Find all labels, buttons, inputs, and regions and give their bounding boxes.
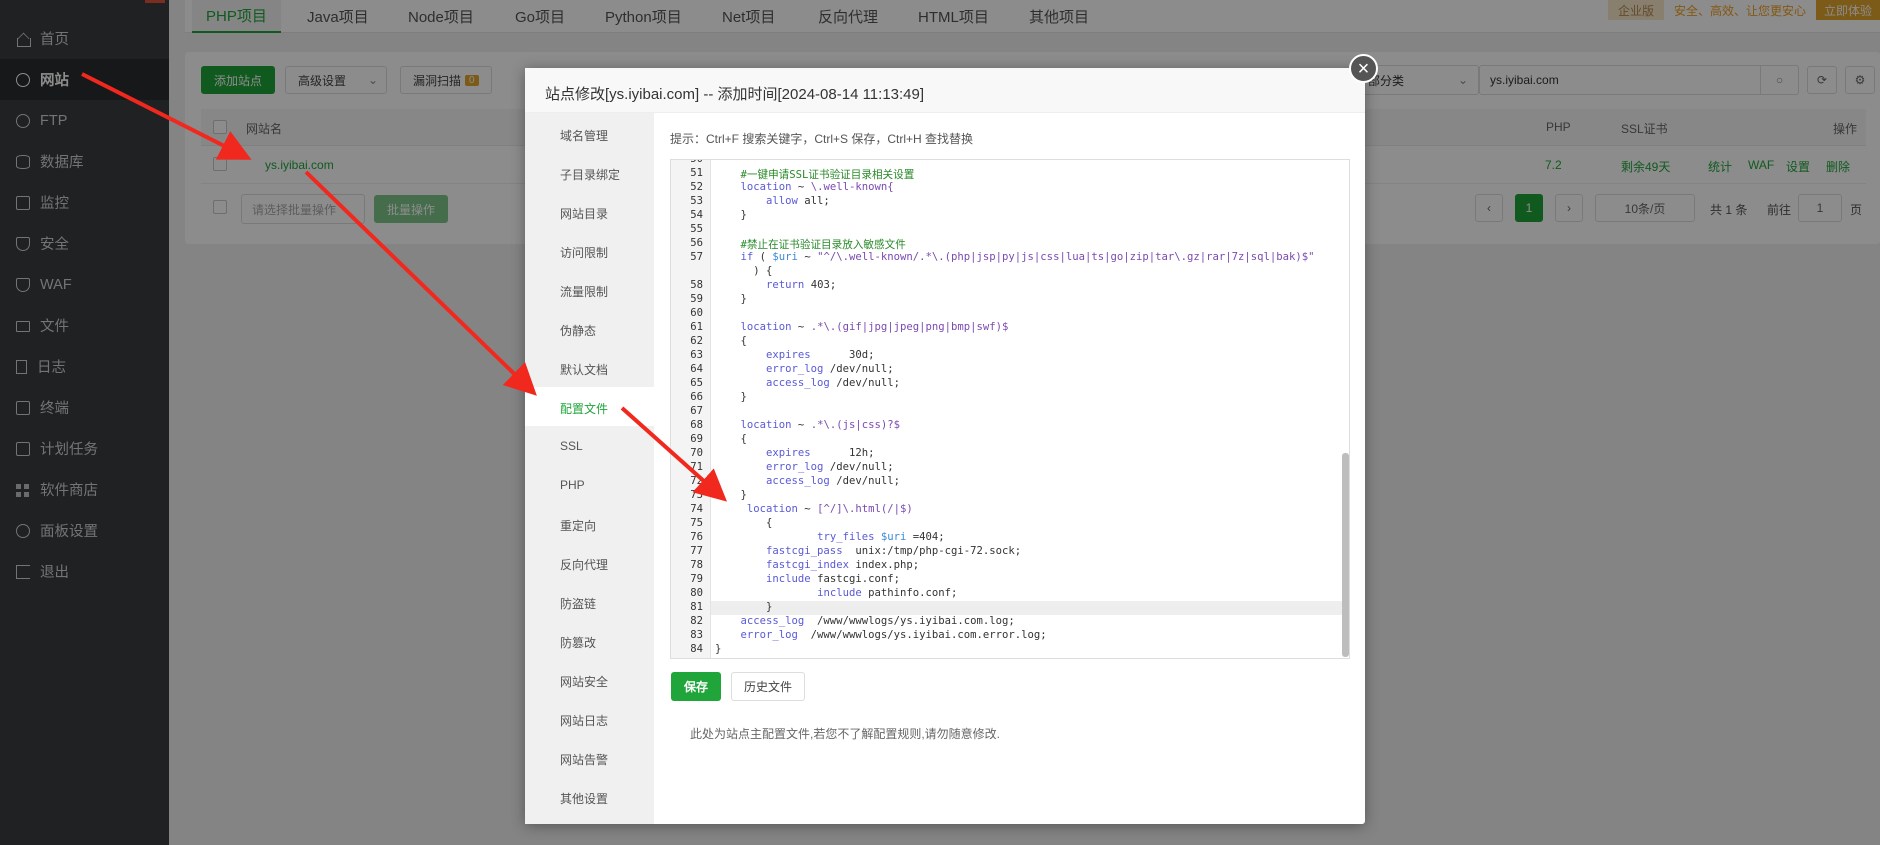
modal-menu-item[interactable]: 默认文档 [525,348,654,387]
code-line: { [715,335,747,347]
line-number: 62 [690,335,703,347]
line-number: 72 [690,475,703,487]
code-line: access_log /www/wwwlogs/ys.iyibai.com.lo… [740,615,1015,627]
modal-menu-item[interactable]: 重定向 [525,504,654,543]
close-icon: × [1357,57,1370,80]
code-line: #禁止在证书验证目录放入敏感文件 [715,239,906,251]
line-number: 73 [690,489,703,501]
line-number: 82 [690,615,703,627]
modal-menu-item[interactable]: 其他设置 [525,777,654,816]
line-number: 79 [690,573,703,585]
line-number: 53 [690,195,703,207]
line-number: 80 [690,587,703,599]
modal-menu-item[interactable]: SSL [525,426,654,465]
code-line: #一键申请SSL证书验证目录相关设置 [715,169,915,181]
code-line: try_files $uri =404; [817,531,945,543]
history-files-button[interactable]: 历史文件 [731,672,805,701]
line-number: 75 [690,517,703,529]
editor-scrollbar[interactable] [1342,453,1349,657]
line-number: 52 [690,181,703,193]
line-number: 59 [690,293,703,305]
line-number: 65 [690,377,703,389]
line-number: 67 [690,405,703,417]
site-edit-modal: 站点修改[ys.iyibai.com] -- 添加时间[2024-08-14 1… [525,54,1378,824]
config-editor[interactable]: 50 51 52 53 54 55 56 57 58 59 60 61 62 63 64 65 66 67 68 69… [670,159,1350,659]
code-line: } [715,489,747,501]
code-line: { [715,433,747,445]
modal-menu-item[interactable]: 网站目录 [525,192,654,231]
line-number: 83 [690,629,703,641]
code-line: access_log /dev/null; [766,377,900,389]
line-number: 78 [690,559,703,571]
line-number: 60 [690,307,703,319]
config-warning-note: 此处为站点主配置文件,若您不了解配置规则,请勿随意修改. [690,727,1001,741]
save-button[interactable]: 保存 [671,672,721,701]
line-number: 74 [690,503,703,515]
modal-menu-item[interactable]: 伪静态 [525,309,654,348]
modal-menu-item[interactable]: PHP [525,465,654,504]
code-line: location ~ \.well-known{ [740,181,894,193]
modal-menu-item[interactable]: 流量限制 [525,270,654,309]
code-line: if ( $uri ~ "^/\.well-known/.*\.(php|jsp… [740,251,1315,263]
code-line: return 403; [766,279,837,291]
modal-menu-item[interactable]: 配置文件 [525,387,654,426]
code-line: access_log /dev/null; [766,475,900,487]
code-line: } [715,391,747,403]
code-line: { [715,517,773,529]
code-line: expires 30d; [766,349,875,361]
modal-menu-item[interactable]: 防篡改 [525,621,654,660]
code-line: ) { [715,265,773,277]
modal-menu-item[interactable]: 防盗链 [525,582,654,621]
code-line: } [715,643,722,655]
line-number: 66 [690,391,703,403]
code-line: location ~ .*\.(gif|jpg|jpeg|png|bmp|swf… [740,321,1009,333]
modal-menu-item[interactable]: 网站告警 [525,738,654,777]
line-number: 69 [690,433,703,445]
modal-menu: 域名管理 子目录绑定 网站目录 访问限制 流量限制 伪静态 默认文档 配置文件 SSL PHP 重定… [525,113,654,824]
code-line: include pathinfo.conf; [817,587,958,599]
line-number: 61 [690,321,703,333]
code-line: error_log /www/wwwlogs/ys.iyibai.com.err… [740,629,1047,641]
line-number: 76 [690,531,703,543]
code-line: allow all; [766,195,830,207]
modal-title: 站点修改[ys.iyibai.com] -- 添加时间[2024-08-14 1… [525,68,1365,113]
line-number: 81 [690,601,703,613]
line-number: 77 [690,545,703,557]
code-line: } [715,601,773,613]
active-line-highlight [671,601,1349,615]
modal-menu-item[interactable]: 子目录绑定 [525,153,654,192]
code-line: } [715,293,747,305]
line-number: 68 [690,419,703,431]
line-number: 56 [690,237,703,249]
code-line: } [715,209,747,221]
code-line: error_log /dev/null; [766,363,894,375]
line-number: 51 [690,167,703,179]
code-line: fastcgi_pass unix:/tmp/php-cgi-72.sock; [766,545,1022,557]
line-number: 71 [690,461,703,473]
line-number: 70 [690,447,703,459]
line-number: 57 [690,251,703,263]
line-number: 54 [690,209,703,221]
modal-menu-item[interactable]: 访问限制 [525,231,654,270]
code-line: location ~ .*\.(js|css)?$ [740,419,900,431]
line-number: 63 [690,349,703,361]
code-line: expires 12h; [766,447,875,459]
code-line: error_log /dev/null; [766,461,894,473]
editor-tip: 提示：Ctrl+F 搜索关键字，Ctrl+S 保存，Ctrl+H 查找替换 [670,132,974,146]
modal-menu-item[interactable]: 域名管理 [525,114,654,153]
line-number: 64 [690,363,703,375]
modal-menu-item[interactable]: 网站安全 [525,660,654,699]
line-gutter: 50 51 52 53 54 55 56 57 58 59 60 61 62 63 64 65 66 67 68 69… [671,159,711,658]
modal-menu-item[interactable]: 网站日志 [525,699,654,738]
line-number: 50 [690,159,703,165]
code-line: include fastcgi.conf; [766,573,900,585]
line-number: 55 [690,223,703,235]
line-number: 58 [690,279,703,291]
modal-menu-item[interactable]: 反向代理 [525,543,654,582]
code-line: fastcgi_index index.php; [766,559,920,571]
close-button[interactable]: × [1349,54,1378,83]
code-line: location ~ [^/]\.html(/|$) [746,503,913,515]
line-number: 84 [690,643,703,655]
